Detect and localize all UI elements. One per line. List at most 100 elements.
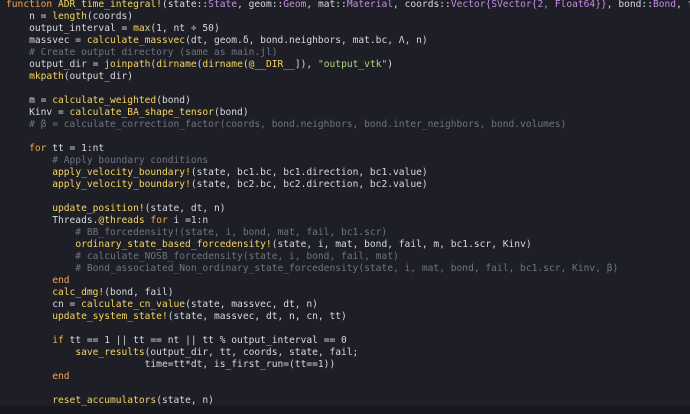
code-line[interactable]: function ADR_time_integral!(state::State… — [6, 0, 690, 11]
code-line[interactable]: m = calculate_weighted(bond) — [6, 95, 690, 107]
code-token: # Bond_associated_Non_ordinary_state_for… — [6, 263, 619, 274]
code-token: (state, bc1.bc, bc1.direction, bc1.value… — [190, 167, 428, 178]
code-token: ]), — [294, 59, 318, 70]
code-token: n = — [6, 11, 53, 22]
code-token: (state, bc2.bc, bc2.direction, bc2.value… — [190, 179, 428, 190]
code-token: tt = 1:nt — [52, 143, 105, 154]
horizontal-scrollbar[interactable] — [0, 406, 690, 414]
code-line[interactable]: output_interval = max(1, nt ÷ 50) — [6, 23, 690, 35]
code-token: Kinv = — [6, 107, 70, 118]
code-line[interactable]: update_position!(state, dt, n) — [6, 203, 690, 215]
code-line[interactable]: # calculate_NOSB_forcedensity(state, i, … — [6, 251, 690, 263]
code-token: dirname — [202, 59, 243, 70]
code-line[interactable]: ordinary_state_based_forcedensity!(state… — [6, 239, 690, 251]
code-line[interactable]: cn = calculate_cn_value(state, massvec, … — [6, 299, 690, 311]
code-token: Material — [346, 0, 394, 10]
code-line[interactable]: if tt == 1 || tt == nt || tt % output_in… — [6, 335, 690, 347]
code-token: dirname — [156, 59, 197, 70]
code-line[interactable]: output_dir = joinpath(dirname(dirname(@_… — [6, 59, 690, 71]
code-token: (bond) — [213, 107, 249, 118]
code-line[interactable] — [6, 191, 690, 203]
code-line[interactable]: update_system_state!(state, massvec, dt,… — [6, 311, 690, 323]
code-token: save_results — [75, 347, 145, 358]
code-token: apply_velocity_boundary! — [52, 167, 191, 178]
code-token: output_interval = — [6, 23, 134, 34]
code-line[interactable]: # β = calculate_correction_factor(coords… — [6, 119, 690, 131]
code-token: calculate_weighted — [52, 95, 157, 106]
code-token: (state:: — [161, 0, 209, 10]
code-token: (bond) — [156, 95, 191, 106]
code-token: time=tt*dt, is_first_run=(tt==1)) — [6, 359, 336, 370]
code-token: update_system_state! — [52, 311, 168, 322]
code-line[interactable]: # Apply boundary conditions — [6, 155, 690, 167]
code-token: , coords:: — [393, 0, 451, 10]
code-line[interactable]: # Bond_associated_Non_ordinary_state_for… — [6, 263, 690, 275]
code-token: @__DIR__ — [248, 59, 295, 70]
code-token: for — [144, 215, 174, 226]
code-token: "output_vtk" — [317, 59, 388, 70]
code-token: for — [6, 143, 53, 154]
code-token: length — [52, 11, 87, 22]
code-token: , mat:: — [306, 0, 347, 10]
code-token: calculate_BA_shape_tensor — [69, 107, 214, 118]
code-token: mkpath — [29, 71, 64, 82]
code-token: massvec = — [6, 35, 87, 46]
code-token: # Apply boundary conditions — [6, 155, 209, 166]
code-line[interactable]: # BB_forcedensity!(state, i, bond, mat, … — [6, 227, 690, 239]
code-line[interactable]: Kinv = calculate_BA_shape_tensor(bond) — [6, 107, 690, 119]
code-token: ) — [387, 59, 394, 70]
code-line[interactable] — [6, 83, 690, 95]
code-token: (1, nt ÷ 50) — [150, 23, 220, 34]
code-token: ordinary_state_based_forcedensity! — [75, 239, 272, 250]
code-line[interactable]: # Create output directory (same as main.… — [6, 47, 690, 59]
code-line[interactable] — [6, 131, 690, 143]
code-token: function — [6, 0, 58, 10]
code-token: cn = — [6, 299, 82, 310]
code-token: # Create output directory (same as main.… — [6, 47, 278, 58]
code-line[interactable]: save_results(output_dir, tt, coords, sta… — [6, 347, 690, 359]
code-token: calculate_cn_value — [81, 299, 186, 310]
code-line[interactable]: for tt = 1:nt — [6, 143, 690, 155]
code-token: (state, massvec, dt, n) — [185, 299, 318, 310]
code-token: (dt, geom.δ, bond.neighbors, mat.bc, Λ, … — [185, 35, 428, 46]
code-token: @threads — [98, 215, 145, 226]
code-line[interactable]: Threads.@threads for i =1:n — [6, 215, 690, 227]
code-editor[interactable]: function ADR_time_integral!(state::State… — [0, 0, 690, 414]
code-line[interactable]: n = length(coords) — [6, 11, 690, 23]
code-token: apply_velocity_boundary! — [52, 179, 191, 190]
code-line[interactable]: calc_dmg!(bond, fail) — [6, 287, 690, 299]
code-line[interactable]: end — [6, 275, 690, 287]
code-line[interactable]: time=tt*dt, is_first_run=(tt==1)) — [6, 359, 690, 371]
code-line[interactable]: end — [6, 371, 690, 383]
code-line[interactable]: massvec = calculate_massvec(dt, geom.δ, … — [6, 35, 690, 47]
code-token: calculate_massvec — [86, 35, 186, 46]
code-token: (state, massvec, dt, n, cn, tt) — [167, 311, 347, 322]
code-token: output_dir = — [6, 59, 105, 70]
code-line[interactable] — [6, 383, 690, 395]
code-token: update_position! — [52, 203, 145, 214]
code-line[interactable]: apply_velocity_boundary!(state, bc2.bc, … — [6, 179, 690, 191]
code-token: State — [208, 0, 238, 10]
code-token: joinpath — [104, 59, 151, 70]
code-token: (bond, fail) — [104, 287, 174, 298]
code-area[interactable]: function ADR_time_integral!(state::State… — [6, 0, 690, 414]
code-token: Threads. — [6, 215, 99, 226]
code-token: ADR_time_integral! — [57, 0, 162, 10]
code-token: max — [133, 23, 151, 34]
code-line[interactable] — [6, 323, 690, 335]
code-token: , geom:: — [237, 0, 284, 10]
code-token: (state, n) — [156, 395, 214, 406]
code-token: (coords) — [86, 11, 134, 22]
code-line[interactable]: apply_velocity_boundary!(state, bc1.bc, … — [6, 167, 690, 179]
code-line[interactable]: mkpath(output_dir) — [6, 71, 690, 83]
code-token: # β = calculate_correction_factor(coords… — [6, 119, 567, 130]
code-token: (output_dir) — [63, 71, 134, 82]
code-token: Vector{SVector{2, Float64}} — [450, 0, 607, 10]
